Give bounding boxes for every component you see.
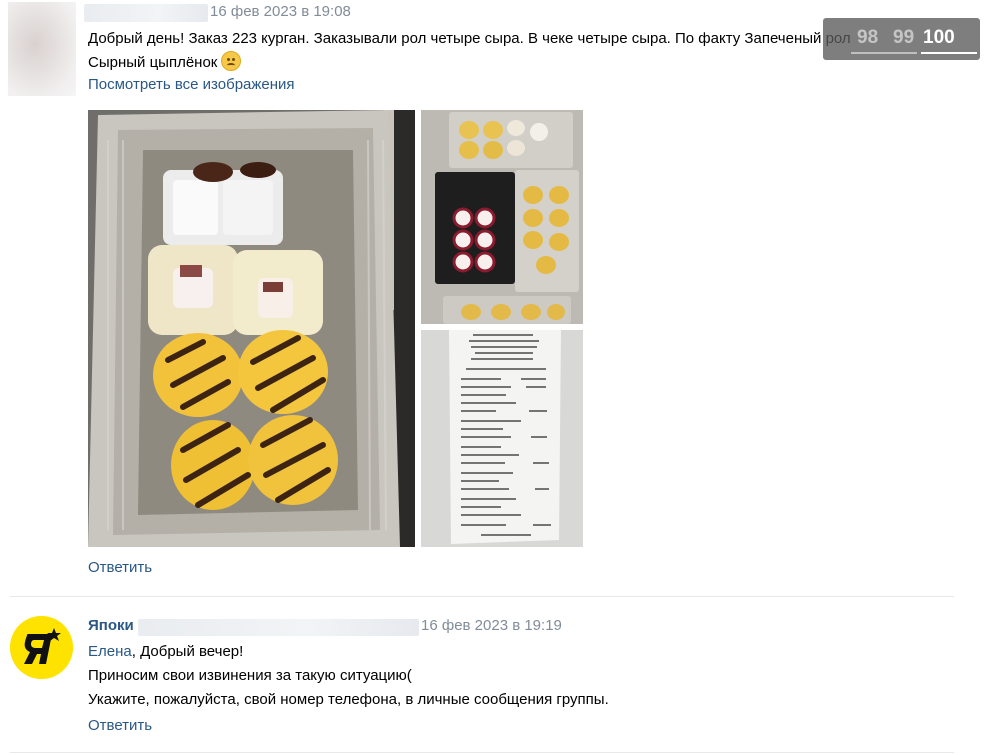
pager-underline-prev [851,52,917,54]
reply-link[interactable]: Ответить [88,559,152,576]
post-date[interactable]: 16 фев 2023 в 19:08 [210,3,351,20]
view-all-images-link[interactable]: Посмотреть все изображения [88,76,295,93]
post-text-line1: Добрый день! Заказ 223 курган. Заказывал… [88,30,851,47]
comment-line2: Приносим свои извинения за такую ситуаци… [88,667,412,684]
comment-reply-link[interactable]: Ответить [88,717,152,734]
yapoki-logo-icon [10,616,73,679]
photo-receipt[interactable] [421,330,583,547]
comment-text: Елена, Добрый вечер! Приносим свои извин… [88,640,609,712]
page-98[interactable]: 98 [857,27,878,49]
mention-link[interactable]: Елена [88,643,132,660]
author-avatar-blurred[interactable] [8,2,76,96]
page-100-current[interactable]: 100 [923,27,955,49]
comment-author[interactable]: Япоки [88,617,134,634]
comment-line3: Укажите, пожалуйста, свой номер телефона… [88,691,609,708]
page-99[interactable]: 99 [893,27,914,49]
post-text-line2: Сырный цыплёнок [88,54,218,71]
sad-face-icon [221,51,242,71]
comment-date[interactable]: 16 фев 2023 в 19:19 [421,617,562,634]
comment-line1: , Добрый вечер! [131,643,244,660]
bottom-divider [10,752,954,753]
photo-trays-overview[interactable] [421,110,583,324]
yapoki-avatar[interactable] [10,616,73,679]
pager-underline-current [921,52,977,54]
photo-rolls-tray[interactable] [88,110,415,547]
author-name-blurred[interactable] [84,4,208,22]
comment-divider [10,596,954,597]
comment-author-extra-blurred [138,619,419,636]
page-counter-overlay: 98 99 100 [823,18,980,60]
